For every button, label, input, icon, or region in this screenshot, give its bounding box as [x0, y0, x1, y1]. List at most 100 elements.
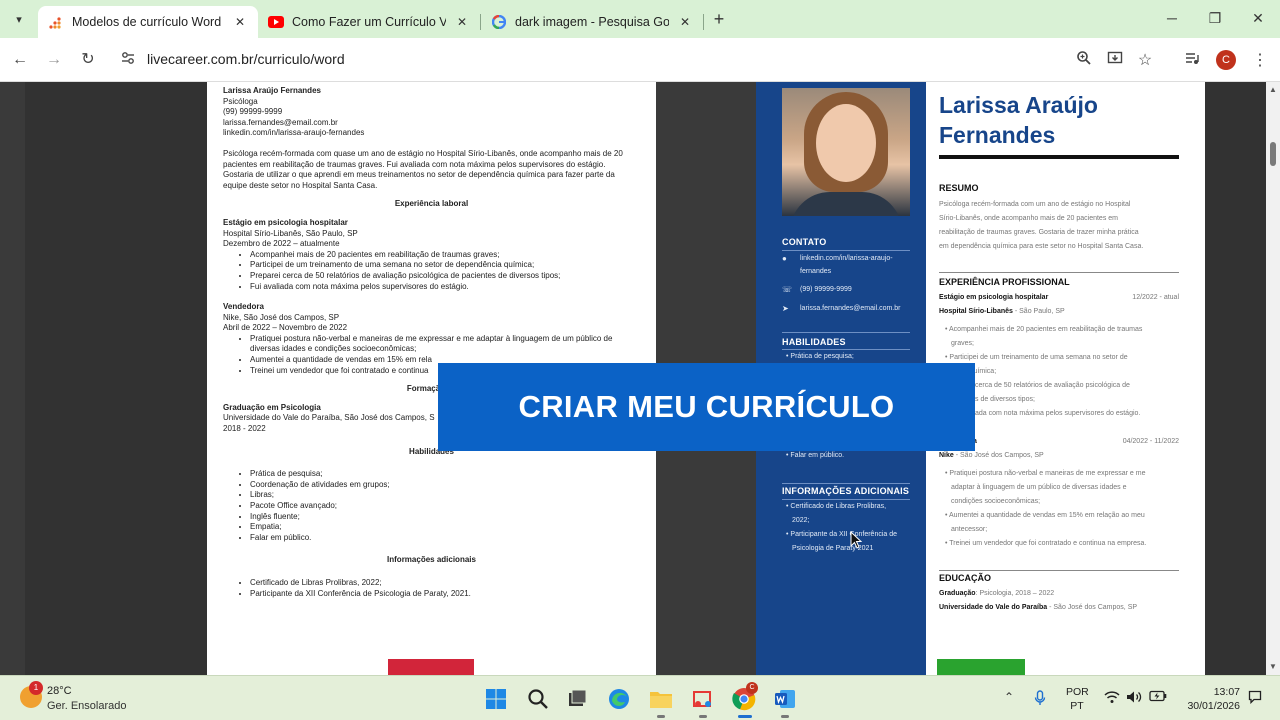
additional-line: • Certificado de Libras Prolibras,	[786, 503, 887, 510]
windows-taskbar: 1 28°C Ger. Ensolarado C ⌃ POR PT 13:07 …	[0, 675, 1280, 720]
bullet-line: • Participei de um treinamento de uma se…	[945, 354, 1128, 361]
scroll-up-arrow-icon[interactable]: ▲	[1269, 85, 1277, 94]
bullet-line: adaptar à linguagem de um público de div…	[951, 484, 1127, 491]
site-settings-icon[interactable]	[120, 50, 138, 68]
job-bullets: • Acompanhei mais de 20 pacientes em rea…	[945, 323, 1179, 421]
list-item: Certificado de Libras Prolibras, 2022;	[250, 578, 640, 589]
tab-dark-imagem-pesquisa[interactable]: dark imagem - Pesquisa Googl ✕	[481, 6, 703, 38]
bullet-text: Pratiquei postura não-verbal e maneiras …	[250, 333, 613, 343]
mouse-cursor-icon	[850, 531, 862, 549]
bullet-line: • Aumentei a quantidade de vendas em 15%…	[945, 512, 1145, 519]
more-menu-icon[interactable]: ⋮	[1250, 50, 1270, 70]
name-underline	[939, 155, 1179, 159]
resume-linkedin: linkedin.com/in/larissa-araujo-fernandes	[223, 128, 365, 138]
contact-title: CONTATO	[782, 237, 827, 247]
skills-title: HABILIDADES	[782, 337, 846, 347]
restore-icon[interactable]: ❐	[1205, 8, 1225, 28]
create-resume-button[interactable]: CRIAR MEU CURRÍCULO	[438, 363, 975, 451]
select-template-button[interactable]	[388, 659, 474, 675]
scroll-down-arrow-icon[interactable]: ▼	[1269, 662, 1277, 671]
linkedin-text: linkedin.com/in/larissa-araujo-fernandes	[800, 252, 912, 278]
word-icon[interactable]	[770, 684, 800, 714]
email-text: larissa.fernandes@email.com.br	[800, 305, 901, 312]
location-pin-icon: ●	[782, 254, 787, 263]
weather-temperature[interactable]: 28°C	[47, 685, 72, 697]
show-hidden-icons-chevron-icon[interactable]: ⌃	[1004, 690, 1014, 704]
close-icon[interactable]: ✕	[232, 15, 248, 29]
tab-search-chevron-icon[interactable]: ▾	[8, 8, 30, 30]
bullet-line: condições socioeconômicas;	[951, 498, 1041, 505]
job-dates: 04/2022 - 11/2022	[1122, 438, 1179, 445]
job-header: Estágio em psicologia hospitalar 12/2022…	[939, 291, 1179, 305]
task-view-icon[interactable]	[562, 684, 592, 714]
select-template-button[interactable]	[937, 659, 1025, 675]
additional-line: 2022;	[792, 517, 810, 524]
bookmark-star-icon[interactable]: ☆	[1135, 50, 1155, 70]
divider	[782, 483, 910, 484]
list-item: Prática de pesquisa;	[250, 469, 640, 480]
tab-title: Modelos de currículo Word pro	[72, 15, 224, 29]
skill-item: • Falar em público.	[786, 452, 845, 459]
scroll-thumb[interactable]	[1270, 142, 1276, 166]
media-controls-icon[interactable]	[1182, 50, 1202, 70]
volume-icon[interactable]	[1126, 690, 1142, 707]
summary-line: Sírio-Libanês, onde acompanho mais de 20…	[939, 215, 1118, 222]
bullet-line: • Treinei um vendedor que foi contratado…	[945, 540, 1147, 547]
send-icon: ➤	[782, 304, 789, 313]
install-app-icon[interactable]	[1105, 50, 1125, 70]
active-indicator	[738, 715, 752, 718]
additional-line: • Participante da XII Conferência de	[786, 531, 898, 538]
job-bullets: Acompanhei mais de 20 pacientes em reabi…	[223, 250, 640, 292]
name-line: Fernandes	[939, 122, 1056, 148]
close-icon[interactable]: ✕	[677, 15, 693, 29]
job-bullets: • Pratiquei postura não-verbal e maneira…	[945, 467, 1179, 551]
notifications-icon[interactable]	[1248, 690, 1262, 707]
tab-separator	[703, 14, 704, 30]
clock[interactable]: 13:07 30/01/2026	[1176, 685, 1240, 713]
list-item: Libras;	[250, 490, 640, 501]
back-arrow-icon[interactable]: ←	[8, 48, 32, 72]
list-item: Pacote Office avançado;	[250, 501, 640, 512]
snipping-tool-icon[interactable]	[688, 684, 718, 714]
zoom-icon[interactable]	[1074, 50, 1094, 70]
address-bar[interactable]: livecareer.com.br/curriculo/word	[112, 44, 1166, 74]
tab-como-fazer-curriculo[interactable]: Como Fazer um Currículo Vitae ✕	[258, 6, 480, 38]
search-icon[interactable]	[523, 684, 553, 714]
linkedin-line: linkedin.com/in/larissa-araujo-	[800, 255, 893, 262]
chrome-profile-badge: C	[746, 682, 758, 694]
phone-text: (99) 99999-9999	[800, 286, 852, 293]
edge-browser-icon[interactable]	[604, 684, 634, 714]
additional-list: Certificado de Libras Prolibras, 2022; P…	[223, 578, 640, 599]
bullet-line: graves;	[951, 340, 974, 347]
language-code: POR	[1066, 686, 1089, 698]
weather-description[interactable]: Ger. Ensolarado	[47, 700, 127, 712]
battery-icon[interactable]	[1149, 690, 1167, 705]
new-tab-plus-icon[interactable]: +	[708, 8, 730, 30]
additional-info-title: INFORMAÇÕES ADICIONAIS	[782, 486, 910, 496]
forward-arrow-icon[interactable]: →	[42, 48, 66, 72]
windows-start-icon[interactable]	[481, 684, 511, 714]
reload-icon[interactable]: ↻	[76, 48, 100, 72]
input-language[interactable]: POR PT	[1066, 685, 1089, 713]
wifi-icon[interactable]	[1104, 690, 1120, 707]
list-item: Inglês fluente;	[250, 512, 640, 523]
window-close-icon[interactable]: ✕	[1248, 8, 1268, 28]
section-heading-experience: Experiência laboral	[394, 199, 469, 209]
close-icon[interactable]: ✕	[454, 15, 470, 29]
contact-email: ➤ larissa.fernandes@email.com.br	[782, 302, 910, 316]
tab-modelos-curriculo[interactable]: Modelos de currículo Word pro ✕	[38, 6, 258, 38]
page-scrollbar[interactable]: ▲ ▼	[1266, 82, 1280, 675]
minimize-icon[interactable]: ─	[1162, 8, 1182, 28]
file-explorer-icon[interactable]	[646, 684, 676, 714]
job-place: Hospital Sírio-Libanês, São Paulo, SP	[223, 228, 358, 238]
job-title: Vendedora	[223, 302, 264, 312]
education-line: Universidade do Vale do Paraíba - São Jo…	[939, 601, 1179, 615]
profile-avatar[interactable]: C	[1216, 50, 1236, 70]
education-line: Graduação: Psicologia, 2018 – 2022	[939, 587, 1179, 601]
tab-title: dark imagem - Pesquisa Googl	[515, 15, 669, 29]
university-location: - São José dos Campos, SP	[1047, 604, 1138, 611]
list-item: Participei de um treinamento de uma sema…	[250, 260, 640, 271]
job-header: a 04/2022 - 11/2022	[939, 435, 1179, 449]
additional-line: Psicologia de Paraty 2021	[792, 545, 874, 552]
microphone-icon[interactable]	[1034, 690, 1046, 709]
